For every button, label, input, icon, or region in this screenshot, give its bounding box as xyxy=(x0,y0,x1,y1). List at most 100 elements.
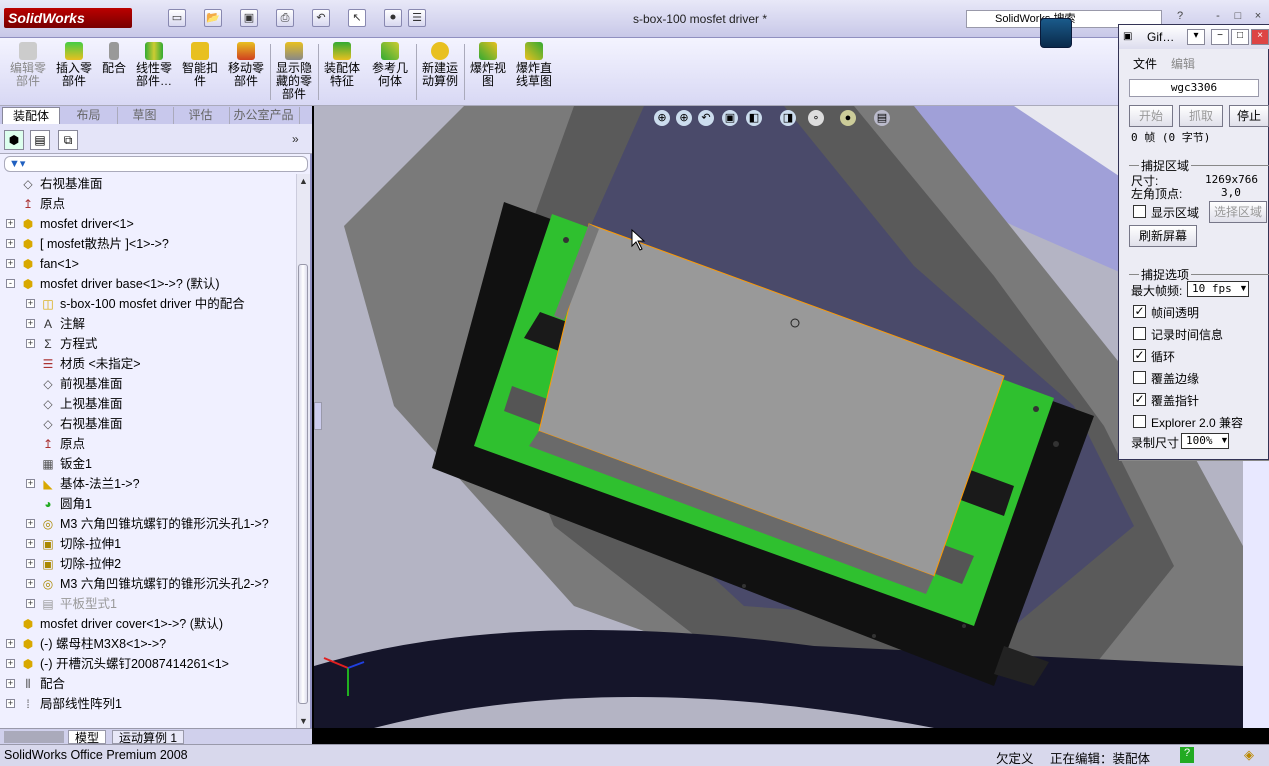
tree-item[interactable]: + ⬢ (-) 螺母柱M3X8<1>->? xyxy=(0,634,296,654)
gif-filename-field[interactable]: wgc3306 xyxy=(1129,79,1259,97)
tab-office-products[interactable]: 办公室产品 xyxy=(228,107,300,124)
gif-menu-button[interactable]: ▾ xyxy=(1187,29,1205,45)
mate-button[interactable]: 配合 xyxy=(98,40,130,104)
show-area-checkbox[interactable] xyxy=(1133,205,1146,218)
tab-assembly[interactable]: 装配体 xyxy=(2,107,60,124)
gif-menu-file[interactable]: 文件 xyxy=(1133,55,1157,72)
new-motion-study-button[interactable]: 新建运 动算例 xyxy=(418,40,462,104)
appearance-icon[interactable]: ● xyxy=(840,110,856,126)
expand-icon[interactable]: + xyxy=(26,319,35,328)
expand-icon[interactable]: + xyxy=(6,679,15,688)
tree-item[interactable]: ◇ 右视基准面 xyxy=(0,174,296,194)
tab-motion-study[interactable]: 运动算例 1 xyxy=(112,730,185,745)
gif-grab-button[interactable]: 抓取 xyxy=(1179,105,1223,127)
expand-icon[interactable]: + xyxy=(6,639,15,648)
section-view-icon[interactable]: ▣ xyxy=(722,110,738,126)
previous-view-icon[interactable]: ↶ xyxy=(698,110,714,126)
view-settings-icon[interactable]: ▤ xyxy=(874,110,890,126)
tree-item[interactable]: + ◣ 基体-法兰1->? xyxy=(0,474,296,494)
solidworks-logo[interactable]: SolidWorks xyxy=(4,8,132,28)
new-document-icon[interactable]: ▭ xyxy=(168,9,186,27)
tab-scroll-arrows[interactable] xyxy=(4,731,64,743)
view-orientation-icon[interactable]: ◧ xyxy=(746,110,762,126)
tree-item[interactable]: + ⬢ (-) 开槽沉头螺钉20087414261<1> xyxy=(0,654,296,674)
feature-filter-icon[interactable]: ▼▾ xyxy=(4,156,308,172)
collapse-icon[interactable]: - xyxy=(6,279,15,288)
reference-geometry-button[interactable]: 参考几 何体 xyxy=(366,40,414,104)
tree-item[interactable]: + ⁞ 局部线性阵列1 xyxy=(0,694,296,714)
tree-item[interactable]: + ⬢ mosfet driver<1> xyxy=(0,214,296,234)
tab-model[interactable]: 模型 xyxy=(68,730,107,745)
rebuild-traffic-light-icon[interactable]: ⚫ xyxy=(384,9,402,27)
expand-icon[interactable]: + xyxy=(26,559,35,568)
gif-close-button[interactable]: × xyxy=(1251,29,1269,45)
tree-item[interactable]: + ⫴ 配合 xyxy=(0,674,296,694)
display-style-icon[interactable]: ◨ xyxy=(780,110,796,126)
expand-icon[interactable]: + xyxy=(26,579,35,588)
capture-option-checkbox[interactable] xyxy=(1133,415,1146,428)
tag-icon[interactable]: ◈ xyxy=(1244,747,1254,763)
property-manager-tab-icon[interactable]: ▤ xyxy=(30,130,50,150)
tree-item[interactable]: ◇ 前视基准面 xyxy=(0,374,296,394)
select-arrow-icon[interactable]: ↖ xyxy=(348,9,366,27)
max-fps-dropdown-icon[interactable]: ▼ xyxy=(1239,283,1248,293)
expand-icon[interactable]: + xyxy=(6,699,15,708)
scroll-up-icon[interactable]: ▲ xyxy=(299,176,308,186)
linear-pattern-button[interactable]: 线性零 部件… xyxy=(132,40,176,104)
solidworks-resources-icon[interactable] xyxy=(1040,18,1072,48)
feature-manager-tab-icon[interactable]: ⬢ xyxy=(4,130,24,150)
select-area-button[interactable]: 选择区域 xyxy=(1209,201,1267,223)
expand-icon[interactable]: + xyxy=(6,659,15,668)
expand-icon[interactable]: + xyxy=(6,219,15,228)
capture-option-checkbox[interactable] xyxy=(1133,327,1146,340)
expand-icon[interactable]: + xyxy=(26,299,35,308)
gif-start-button[interactable]: 开始 xyxy=(1129,105,1173,127)
options-icon[interactable]: ☰ xyxy=(408,9,426,27)
print-icon[interactable]: ⎙ xyxy=(276,9,294,27)
tree-item[interactable]: ◇ 上视基准面 xyxy=(0,394,296,414)
gif-menu-edit[interactable]: 编辑 xyxy=(1171,55,1195,72)
show-hidden-button[interactable]: 显示隐 藏的零 部件 xyxy=(272,40,316,104)
assembly-feature-button[interactable]: 装配体 特征 xyxy=(320,40,364,104)
expand-icon[interactable]: + xyxy=(26,539,35,548)
capture-option-checkbox[interactable] xyxy=(1133,371,1146,384)
graphics-viewport[interactable] xyxy=(314,106,1243,728)
capture-option-checkbox[interactable]: ✓ xyxy=(1133,349,1146,362)
gif-minimize-button[interactable]: − xyxy=(1211,29,1229,45)
tree-item[interactable]: + ◎ M3 六角凹锥坑螺钉的锥形沉头孔2->? xyxy=(0,574,296,594)
tree-item[interactable]: ◇ 右视基准面 xyxy=(0,414,296,434)
edit-component-button[interactable]: 编辑零 部件 xyxy=(6,40,50,104)
open-folder-icon[interactable]: 📂 xyxy=(204,9,222,27)
move-component-button[interactable]: 移动零 部件 xyxy=(224,40,268,104)
hide-show-items-icon[interactable]: ∘ xyxy=(808,110,824,126)
tree-item[interactable]: + ▤ 平板型式1 xyxy=(0,594,296,614)
tree-item[interactable]: + A 注解 xyxy=(0,314,296,334)
tree-item[interactable]: + Σ 方程式 xyxy=(0,334,296,354)
help-icon[interactable]: ? xyxy=(1180,747,1194,763)
expand-panel-icon[interactable]: » xyxy=(292,132,299,146)
expand-icon[interactable]: + xyxy=(26,519,35,528)
tree-item[interactable]: + ◎ M3 六角凹锥坑螺钉的锥形沉头孔1->? xyxy=(0,514,296,534)
tree-item[interactable]: + ▣ 切除-拉伸2 xyxy=(0,554,296,574)
tree-item[interactable]: - ⬢ mosfet driver base<1>->? (默认) xyxy=(0,274,296,294)
refresh-screen-button[interactable]: 刷新屏幕 xyxy=(1129,225,1197,247)
expand-icon[interactable]: + xyxy=(26,479,35,488)
tree-item[interactable]: + ◫ s-box-100 mosfet driver 中的配合 xyxy=(0,294,296,314)
configuration-manager-tab-icon[interactable]: ⧉ xyxy=(58,130,78,150)
gif-stop-button[interactable]: 停止 xyxy=(1229,105,1269,127)
explode-line-sketch-button[interactable]: 爆炸直 线草图 xyxy=(512,40,556,104)
tree-item[interactable]: ◕ 圆角1 xyxy=(0,494,296,514)
undo-icon[interactable]: ↶ xyxy=(312,9,330,27)
capture-option-checkbox[interactable]: ✓ xyxy=(1133,305,1146,318)
tree-scrollbar-thumb[interactable] xyxy=(298,264,308,704)
record-size-dropdown-icon[interactable]: ▼ xyxy=(1220,435,1229,445)
panel-splitter-handle[interactable] xyxy=(314,402,322,430)
smart-fastener-button[interactable]: 智能扣 件 xyxy=(178,40,222,104)
tab-sketch[interactable]: 草图 xyxy=(116,107,174,124)
save-icon[interactable]: ▣ xyxy=(240,9,258,27)
expand-icon[interactable]: + xyxy=(26,599,35,608)
insert-component-button[interactable]: 插入零 部件 xyxy=(52,40,96,104)
tree-item[interactable]: ⬢ mosfet driver cover<1>->? (默认) xyxy=(0,614,296,634)
tree-item[interactable]: + ▣ 切除-拉伸1 xyxy=(0,534,296,554)
capture-option-checkbox[interactable]: ✓ xyxy=(1133,393,1146,406)
